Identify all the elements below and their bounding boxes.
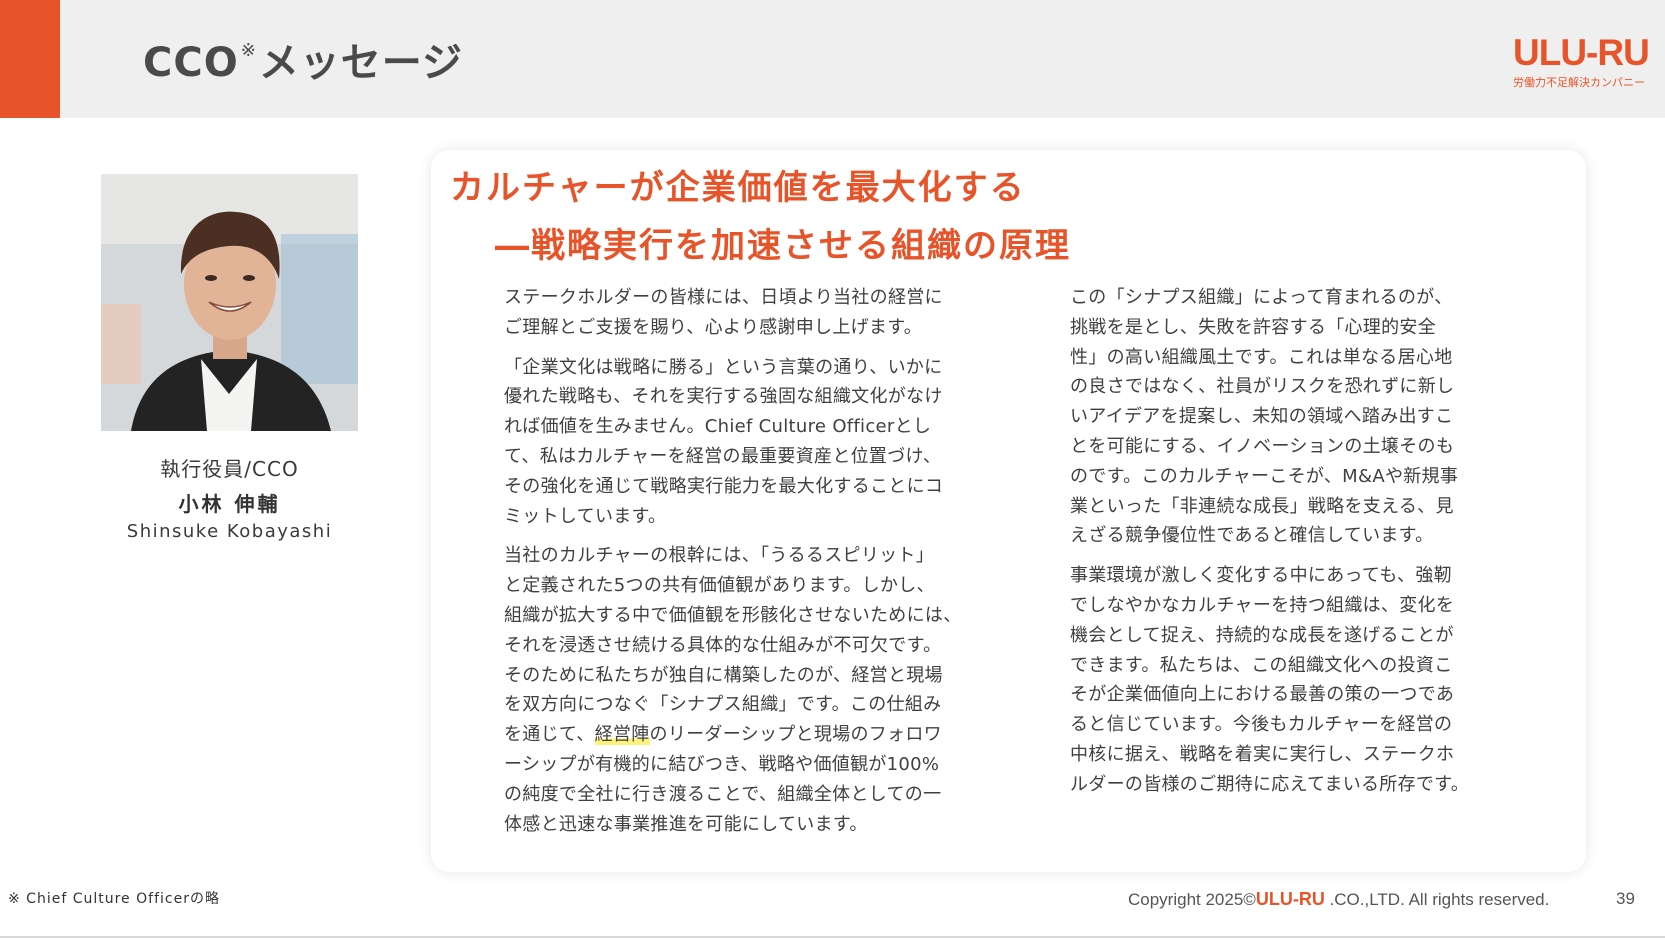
message-paragraph: ステークホルダーの皆様には、日頃より当社の経営に ご理解とご支援を賜り、心より感… — [504, 287, 943, 338]
message-paragraph: 事業環境が激しく変化する中にあっても、強靭 でしなやかなカルチャーを持つ組織は、… — [1070, 565, 1469, 795]
page-title-suffix: メッセージ — [258, 40, 464, 86]
page-number: 39 — [1616, 889, 1635, 908]
portrait-illustration — [101, 174, 358, 431]
portrait-photo — [101, 174, 358, 431]
message-subheadline: ―戦略実行を加速させる組織の原理 — [495, 226, 1071, 266]
profile-name-jp: 小林 伸輔 — [178, 492, 281, 516]
header-bar: CCO ※メッセージ ULU-RU 労働力不足解決カンパニー — [0, 0, 1665, 118]
bottom-divider — [0, 936, 1665, 938]
brand-tagline: 労働力不足解決カンパニー — [1513, 76, 1645, 89]
page-title-prefix: CCO — [143, 40, 239, 86]
page-title-mark: ※ — [240, 40, 257, 61]
copyright-logo: ULU-RU — [1255, 889, 1325, 909]
footnote: ※ Chief Culture Officerの略 — [8, 891, 220, 907]
header-accent-bar — [0, 0, 60, 118]
message-column-left: ステークホルダーの皆様には、日頃より当社の経営に ご理解とご支援を賜り、心より感… — [504, 283, 1009, 849]
copyright-suffix: .CO.,LTD. All rights reserved. — [1324, 890, 1550, 909]
brand-logo-word: ULU-RU — [1513, 32, 1650, 73]
brand-logo: ULU-RU 労働力不足解決カンパニー — [1513, 32, 1650, 90]
message-paragraph: 当社のカルチャーの根幹には、「うるるスピリット」 と定義された5つの共有価値観が… — [504, 541, 1009, 839]
profile-name-en: Shinsuke Kobayashi — [126, 521, 333, 542]
message-column-right: この「シナプス組織」によって育まれるのが、 挑戦を是とし、失敗を許容する「心理的… — [1070, 283, 1570, 810]
message-text-segment: 当社のカルチャーの根幹には、「うるるスピリット」 と定義された5つの共有価値観が… — [504, 545, 962, 746]
message-headline: カルチャーが企業価値を最大化する — [450, 168, 1026, 208]
highlighted-text: 経営陣 — [594, 724, 650, 746]
message-paragraph: 「企業文化は戦略に勝る」という言葉の通り、いかに 優れた戦略も、それを実行する強… — [504, 356, 944, 527]
copyright: Copyright 2025©ULU-RU .CO.,LTD. All righ… — [1128, 889, 1549, 910]
message-paragraph: この「シナプス組織」によって育まれるのが、 挑戦を是とし、失敗を許容する「心理的… — [1070, 287, 1459, 547]
copyright-prefix: Copyright 2025© — [1128, 890, 1256, 909]
profile-role: 執行役員/CCO — [160, 457, 299, 481]
page-title: CCO ※メッセージ — [143, 30, 463, 88]
